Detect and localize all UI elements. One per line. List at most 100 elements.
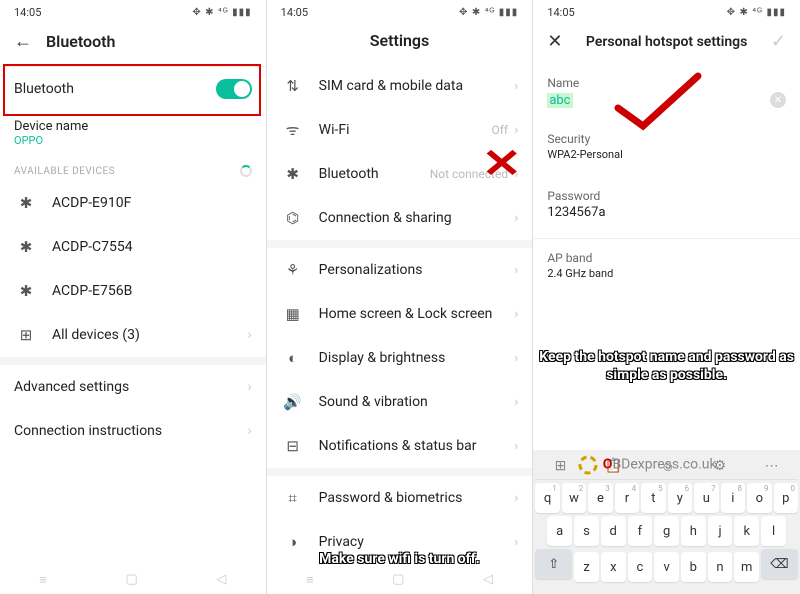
key-r[interactable]: 4r — [615, 483, 639, 513]
nav-home-icon[interactable]: ▢ — [125, 572, 137, 588]
nav-back-icon[interactable]: ◁ — [216, 572, 226, 588]
key-w[interactable]: 2w — [562, 483, 586, 513]
device-item[interactable]: ✱ ACDP-E910F — [0, 181, 266, 225]
key-m[interactable]: m — [734, 552, 759, 582]
key-n[interactable]: n — [708, 552, 733, 582]
page-title: Personal hotspot settings — [576, 34, 756, 50]
shift-key[interactable]: ⇧ — [535, 549, 572, 579]
item-icon: ⌬ — [281, 209, 305, 227]
bluetooth-icon: ✱ — [14, 238, 38, 256]
key-b[interactable]: b — [681, 552, 706, 582]
status-icons: ✥ ✱ ⁴ᴳ ▮▮▮ — [192, 7, 251, 18]
item-icon: ⊟ — [281, 437, 305, 455]
key-i[interactable]: 8i — [721, 483, 745, 513]
key-j[interactable]: j — [708, 516, 733, 546]
watermark: OBDexpress.co.uk — [577, 454, 716, 476]
chevron-right-icon: › — [514, 122, 518, 138]
item-icon: ⚘ — [281, 261, 305, 279]
close-icon[interactable]: ✕ — [547, 31, 562, 52]
key-u[interactable]: 7u — [694, 483, 718, 513]
chevron-right-icon: › — [514, 350, 518, 366]
status-icons: ✥ ✱ ⁴ᴳ ▮▮▮ — [459, 7, 518, 18]
password-value[interactable]: 1234567a — [533, 203, 800, 234]
time: 14:05 — [547, 6, 574, 19]
device-name-row[interactable]: Device name OPPO — [0, 111, 266, 155]
toggle-switch[interactable] — [216, 79, 252, 99]
settings-item[interactable]: 🔊Sound & vibration› — [267, 380, 533, 424]
back-icon[interactable]: ← — [14, 31, 32, 52]
key-v[interactable]: v — [654, 552, 679, 582]
clear-input-icon[interactable]: ✕ — [770, 92, 786, 108]
device-name-value: OPPO — [14, 134, 43, 147]
chevron-right-icon: › — [514, 210, 518, 226]
key-y[interactable]: 6y — [668, 483, 692, 513]
key-o[interactable]: 9o — [747, 483, 771, 513]
settings-item[interactable]: ◐Display & brightness› — [267, 336, 533, 380]
nav-back-icon[interactable]: ◁ — [483, 572, 493, 588]
available-devices-section: AVAILABLE DEVICES — [0, 155, 266, 181]
key-t[interactable]: 5t — [641, 483, 665, 513]
bluetooth-toggle-row[interactable]: Bluetooth — [0, 66, 266, 111]
item-icon: 🔊 — [281, 393, 305, 411]
key-s[interactable]: s — [574, 516, 599, 546]
password-label: Password — [533, 189, 800, 203]
status-icons: ✥ ✱ ⁴ᴳ ▮▮▮ — [727, 7, 786, 18]
header: Settings — [267, 21, 533, 64]
settings-item[interactable]: ⚘Personalizations› — [267, 248, 533, 292]
key-c[interactable]: c — [628, 552, 653, 582]
chevron-right-icon: › — [514, 262, 518, 278]
time: 14:05 — [281, 6, 308, 19]
connection-instructions-row[interactable]: Connection instructions › — [0, 409, 266, 453]
grid-icon: ⊞ — [14, 326, 38, 344]
key-a[interactable]: a — [547, 516, 572, 546]
bluetooth-icon: ✱ — [14, 282, 38, 300]
key-l[interactable]: l — [761, 516, 786, 546]
annotation-caption: Keep the hotspot name and password as si… — [537, 348, 796, 384]
nav-home-icon[interactable]: ▢ — [392, 572, 404, 588]
nav-bar: ≡ ▢ ◁ — [0, 572, 266, 588]
key-f[interactable]: f — [628, 516, 653, 546]
kb-tools-icon[interactable]: ⊞ — [555, 458, 567, 475]
nav-bar: ≡ ▢ ◁ — [267, 572, 533, 588]
key-g[interactable]: g — [654, 516, 679, 546]
item-icon: ▦ — [281, 305, 305, 323]
nav-recent-icon[interactable]: ≡ — [39, 572, 47, 588]
page-title: Bluetooth — [46, 32, 115, 51]
key-x[interactable]: x — [601, 552, 626, 582]
ap-band-label: AP band — [533, 251, 800, 265]
security-value[interactable]: WPA2-Personal — [533, 146, 800, 175]
key-k[interactable]: k — [734, 516, 759, 546]
annotation-caption: Make sure wifi is turn off. — [277, 550, 523, 568]
time: 14:05 — [14, 6, 41, 19]
key-z[interactable]: z — [574, 552, 599, 582]
chevron-right-icon: › — [514, 166, 518, 182]
key-d[interactable]: d — [601, 516, 626, 546]
settings-item[interactable]: ▦Home screen & Lock screen› — [267, 292, 533, 336]
settings-item[interactable]: ⇅SIM card & mobile data› — [267, 64, 533, 108]
settings-screen: 14:05 ✥ ✱ ⁴ᴳ ▮▮▮ Settings ⇅SIM card & mo… — [267, 0, 534, 594]
nav-recent-icon[interactable]: ≡ — [306, 572, 314, 588]
kb-more-icon[interactable]: ⋯ — [765, 458, 779, 475]
chevron-right-icon: › — [247, 423, 251, 439]
scanning-spinner-icon — [240, 165, 252, 177]
all-devices-row[interactable]: ⊞ All devices (3) › — [0, 313, 266, 357]
settings-item[interactable]: ᯤWi-FiOff› — [267, 108, 533, 152]
device-item[interactable]: ✱ ACDP-E756B — [0, 269, 266, 313]
security-label: Security — [533, 132, 800, 146]
hotspot-name-input[interactable]: abc — [547, 93, 572, 108]
chevron-right-icon: › — [514, 78, 518, 94]
confirm-icon[interactable]: ✓ — [771, 31, 786, 52]
device-item[interactable]: ✱ ACDP-C7554 — [0, 225, 266, 269]
ap-band-value[interactable]: 2.4 GHz band — [533, 265, 800, 294]
backspace-key[interactable]: ⌫ — [761, 549, 798, 579]
key-h[interactable]: h — [681, 516, 706, 546]
settings-item[interactable]: ⌬Connection & sharing› — [267, 196, 533, 240]
settings-item[interactable]: ⊟Notifications & status bar› — [267, 424, 533, 468]
key-p[interactable]: 0p — [774, 483, 798, 513]
settings-item[interactable]: ✱BluetoothNot connected› — [267, 152, 533, 196]
settings-item[interactable]: ⌗Password & biometrics› — [267, 476, 533, 520]
key-q[interactable]: 1q — [535, 483, 559, 513]
key-e[interactable]: 3e — [588, 483, 612, 513]
advanced-settings-row[interactable]: Advanced settings › — [0, 365, 266, 409]
name-label: Name — [533, 76, 800, 90]
